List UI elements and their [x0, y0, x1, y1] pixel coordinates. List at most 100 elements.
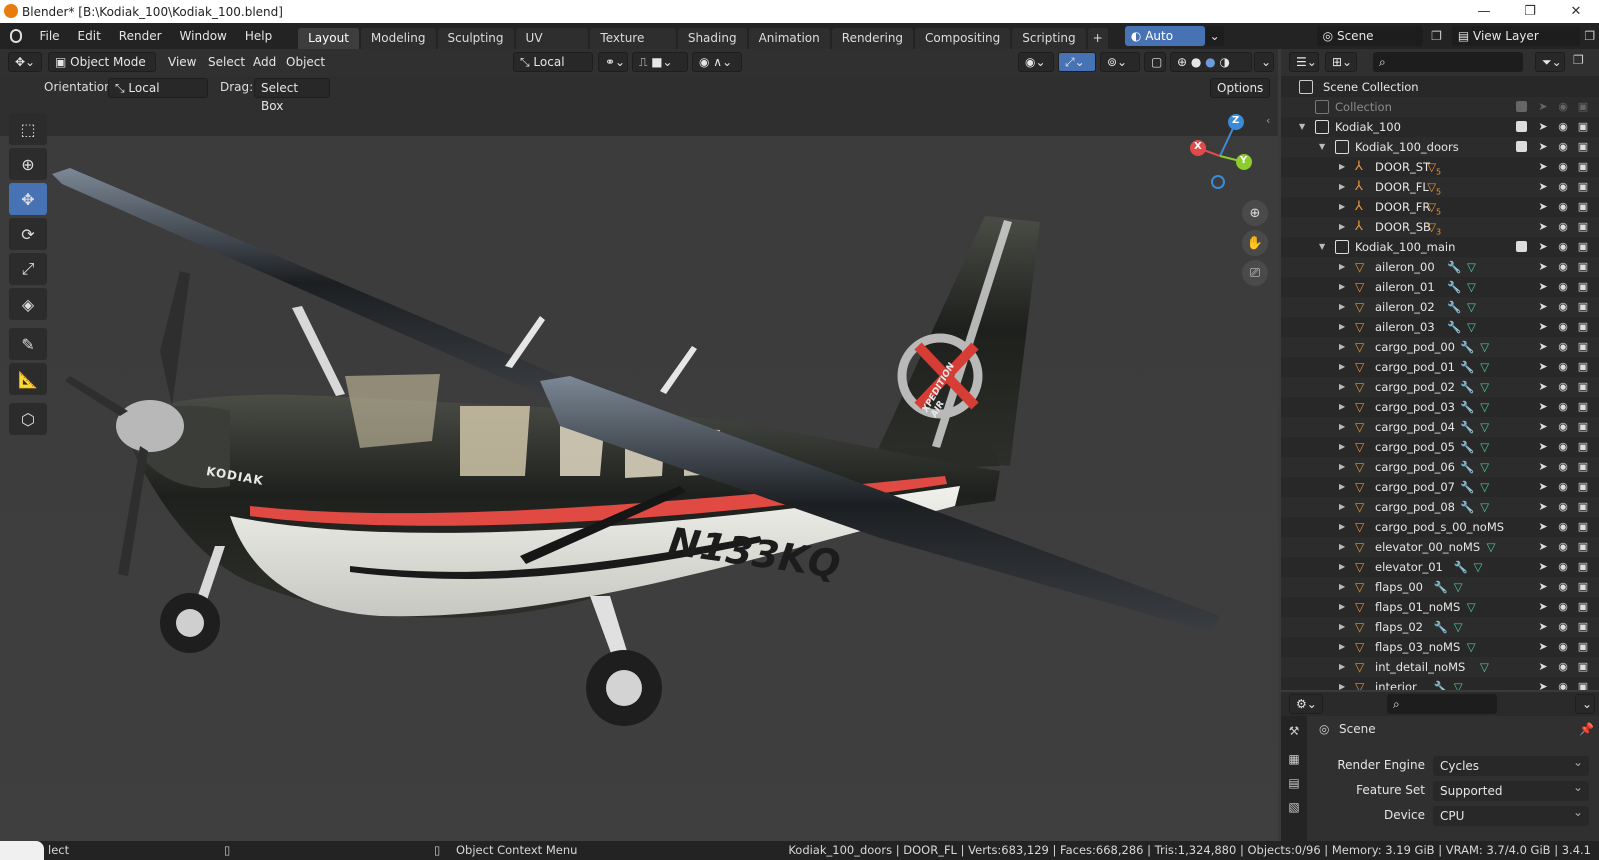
- mesh-data-icon[interactable]: ▽: [1467, 277, 1476, 297]
- outliner-row[interactable]: ▼ Kodiak_100 ➤ ◉ ▣: [1281, 117, 1599, 137]
- outliner-row[interactable]: ▶ ▽ aileron_01 🔧 ▽ ➤ ◉ ▣: [1281, 277, 1599, 297]
- render-camera-icon[interactable]: ▣: [1575, 557, 1591, 577]
- move-icon[interactable]: ✥: [9, 183, 47, 215]
- tab-sculpting[interactable]: Sculpting: [437, 28, 514, 49]
- render-camera-icon[interactable]: ▣: [1575, 297, 1591, 317]
- expand-arrow-icon[interactable]: ▶: [1339, 357, 1345, 377]
- maximize-button[interactable]: ❐: [1507, 0, 1553, 23]
- expand-arrow-icon[interactable]: ▶: [1339, 577, 1345, 597]
- exclude-checkbox[interactable]: [1516, 101, 1527, 112]
- mesh-data-icon[interactable]: ▽: [1480, 377, 1489, 397]
- modifier-wrench-icon[interactable]: 🔧: [1460, 397, 1474, 417]
- exclude-checkbox[interactable]: [1516, 121, 1527, 132]
- selectable-arrow-icon[interactable]: ➤: [1535, 297, 1551, 317]
- visibility-eye-icon[interactable]: ◉: [1555, 257, 1571, 277]
- filter-icon[interactable]: ⏷⌄: [1535, 52, 1565, 72]
- modifier-wrench-icon[interactable]: 🔧: [1460, 437, 1474, 457]
- selectable-arrow-icon[interactable]: ➤: [1535, 497, 1551, 517]
- modifier-wrench-icon[interactable]: 🔧: [1447, 297, 1461, 317]
- render-camera-icon[interactable]: ▣: [1575, 397, 1591, 417]
- mesh-data-icon[interactable]: ▽: [1480, 337, 1489, 357]
- render-camera-icon[interactable]: ▣: [1575, 657, 1591, 677]
- visibility-eye-icon[interactable]: ◉: [1555, 337, 1571, 357]
- mesh-data-icon[interactable]: ▽: [1474, 557, 1483, 577]
- outliner-row[interactable]: ▶ ⅄ DOOR_FR ▽5 ➤ ◉ ▣: [1281, 197, 1599, 217]
- expand-arrow-icon[interactable]: ▶: [1339, 457, 1345, 477]
- expand-arrow-icon[interactable]: ▶: [1339, 557, 1345, 577]
- selectable-arrow-icon[interactable]: ➤: [1535, 217, 1551, 237]
- render-camera-icon[interactable]: ▣: [1575, 377, 1591, 397]
- render-camera-icon[interactable]: ▣: [1575, 677, 1591, 690]
- new-scene-icon[interactable]: ❐: [1427, 29, 1446, 43]
- selectable-arrow-icon[interactable]: ➤: [1535, 317, 1551, 337]
- expand-arrow-icon[interactable]: ▶: [1339, 477, 1345, 497]
- visibility-eye-icon[interactable]: ◉: [1555, 197, 1571, 217]
- tab-shading[interactable]: Shading: [677, 28, 747, 49]
- selectable-arrow-icon[interactable]: ➤: [1535, 537, 1551, 557]
- properties-search-input[interactable]: ⌕: [1387, 694, 1497, 714]
- expand-arrow-icon[interactable]: ▼: [1299, 117, 1305, 137]
- selectable-arrow-icon[interactable]: ➤: [1535, 637, 1551, 657]
- visibility-eye-icon[interactable]: ◉: [1555, 497, 1571, 517]
- modifier-wrench-icon[interactable]: 🔧: [1460, 337, 1474, 357]
- xray-toggle[interactable]: ▢: [1144, 52, 1166, 72]
- outliner-row[interactable]: ▶ ▽ cargo_pod_07 🔧 ▽ ➤ ◉ ▣: [1281, 477, 1599, 497]
- camera-view-icon[interactable]: ⎚: [1242, 260, 1268, 286]
- visibility-eye-icon[interactable]: ◉: [1555, 277, 1571, 297]
- visibility-eye-icon[interactable]: ◉: [1555, 617, 1571, 637]
- render-engine-dropdown[interactable]: Cycles: [1433, 752, 1589, 776]
- device-dropdown[interactable]: CPU: [1433, 802, 1589, 826]
- overlay-toggle[interactable]: ⊚⌄: [1100, 52, 1140, 72]
- visibility-eye-icon[interactable]: ◉: [1555, 397, 1571, 417]
- selectable-arrow-icon[interactable]: ➤: [1535, 377, 1551, 397]
- selectable-arrow-icon[interactable]: ➤: [1535, 97, 1551, 117]
- visibility-eye-icon[interactable]: ◉: [1555, 637, 1571, 657]
- modifier-wrench-icon[interactable]: 🔧: [1460, 497, 1474, 517]
- visibility-eye-icon[interactable]: ◉: [1555, 537, 1571, 557]
- expand-arrow-icon[interactable]: ▶: [1339, 677, 1345, 690]
- outliner-row[interactable]: ▶ ▽ aileron_02 🔧 ▽ ➤ ◉ ▣: [1281, 297, 1599, 317]
- selectable-arrow-icon[interactable]: ➤: [1535, 457, 1551, 477]
- expand-arrow-icon[interactable]: ▶: [1339, 597, 1345, 617]
- selectable-arrow-icon[interactable]: ➤: [1535, 177, 1551, 197]
- scene-collection-row[interactable]: Scene Collection: [1281, 77, 1599, 97]
- visibility-eye-icon[interactable]: ◉: [1555, 417, 1571, 437]
- visibility-eye-icon[interactable]: ◉: [1555, 437, 1571, 457]
- editor-type-button[interactable]: ✥⌄: [8, 52, 42, 72]
- tab-texture-paint[interactable]: Texture Paint: [590, 28, 676, 66]
- selectable-arrow-icon[interactable]: ➤: [1535, 337, 1551, 357]
- add-workspace-button[interactable]: +: [1087, 28, 1108, 49]
- selectable-arrow-icon[interactable]: ➤: [1535, 357, 1551, 377]
- mesh-data-icon[interactable]: ▽: [1454, 617, 1463, 637]
- exclude-checkbox[interactable]: [1516, 141, 1527, 152]
- mesh-data-icon[interactable]: ▽: [1467, 597, 1476, 617]
- options-button[interactable]: Options: [1210, 78, 1270, 98]
- modifier-wrench-icon[interactable]: 🔧: [1434, 677, 1448, 690]
- outliner-row[interactable]: ▶ ▽ cargo_pod_05 🔧 ▽ ➤ ◉ ▣: [1281, 437, 1599, 457]
- measure-icon[interactable]: 📐: [9, 363, 47, 395]
- expand-arrow-icon[interactable]: ▶: [1339, 337, 1345, 357]
- tab-rendering[interactable]: Rendering: [831, 28, 914, 49]
- menu-edit[interactable]: Edit: [69, 23, 110, 49]
- selectable-arrow-icon[interactable]: ➤: [1535, 597, 1551, 617]
- mode-selector[interactable]: ▣ Object Mode: [48, 52, 156, 72]
- modifier-wrench-icon[interactable]: 🔧: [1460, 477, 1474, 497]
- transform-icon[interactable]: ◈: [9, 288, 47, 320]
- 3d-viewport[interactable]: N133KQ KODIAK XPEDITION AIR Orientation:…: [0, 76, 1278, 841]
- expand-arrow-icon[interactable]: ▶: [1339, 297, 1345, 317]
- selectable-arrow-icon[interactable]: ➤: [1535, 237, 1551, 257]
- expand-arrow-icon[interactable]: ▶: [1339, 257, 1345, 277]
- expand-arrow-icon[interactable]: ▼: [1319, 237, 1325, 257]
- outliner-row[interactable]: ▼ Kodiak_100_main ➤ ◉ ▣: [1281, 237, 1599, 257]
- menu-window[interactable]: Window: [171, 23, 236, 49]
- mesh-data-icon[interactable]: ▽: [1454, 677, 1463, 690]
- menu-view[interactable]: View: [168, 49, 196, 76]
- new-view-layer-icon[interactable]: ❐: [1580, 29, 1599, 43]
- visibility-eye-icon[interactable]: ◉: [1555, 217, 1571, 237]
- visibility-eye-icon[interactable]: ◉: [1555, 377, 1571, 397]
- modifier-wrench-icon[interactable]: 🔧: [1434, 577, 1448, 597]
- render-camera-icon[interactable]: ▣: [1575, 157, 1591, 177]
- properties-editor-type[interactable]: ⚙⌄: [1289, 694, 1323, 714]
- render-camera-icon[interactable]: ▣: [1575, 417, 1591, 437]
- render-camera-icon[interactable]: ▣: [1575, 197, 1591, 217]
